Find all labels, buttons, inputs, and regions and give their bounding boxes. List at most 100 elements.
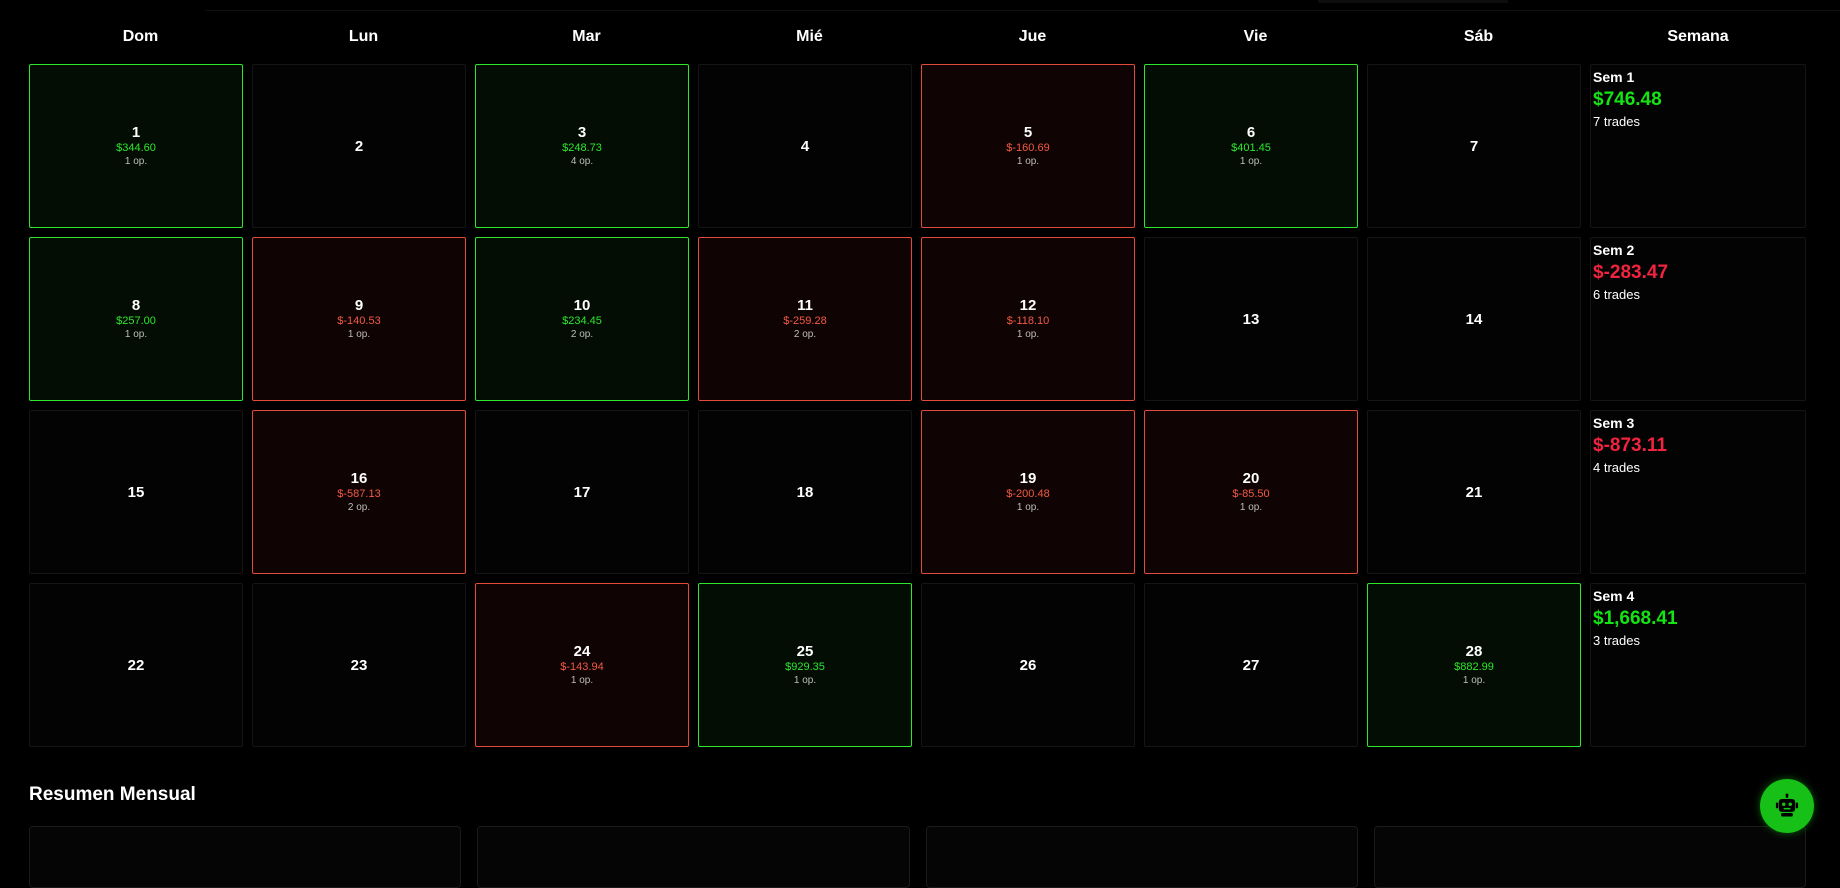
header-mie: Mié	[796, 28, 823, 45]
day-ops: 2 op.	[570, 329, 594, 340]
day-ops: 1 op.	[124, 156, 148, 167]
day-ops: 4 op.	[570, 156, 594, 167]
day-number: 17	[573, 483, 591, 501]
day-cell[interactable]: 26	[921, 583, 1135, 747]
day-pnl: $-140.53	[337, 315, 381, 327]
day-number: 11	[797, 297, 813, 314]
day-ops: 1 op.	[347, 329, 371, 340]
day-cell[interactable]: 10 $234.45 2 op.	[475, 237, 689, 401]
day-cell[interactable]: 24 $-143.94 1 op.	[475, 583, 689, 747]
day-cell[interactable]: 5 $-160.69 1 op.	[921, 64, 1135, 228]
calendar-header: Dom Lun Mar Mié Jue Vie Sáb Semana	[29, 20, 1806, 54]
day-pnl: $-259.28	[783, 315, 827, 327]
day-number: 6	[1246, 124, 1256, 141]
day-ops: 1 op.	[1016, 329, 1040, 340]
summary-card	[925, 826, 1358, 888]
day-cell[interactable]: 4	[698, 64, 912, 228]
day-cell[interactable]: 23	[252, 583, 466, 747]
day-number: 27	[1242, 656, 1260, 674]
week-total: $-873.11	[1593, 435, 1667, 456]
day-ops: 1 op.	[1462, 675, 1486, 686]
week-label: Sem 4	[1593, 588, 1635, 604]
day-cell[interactable]: 18	[698, 410, 912, 574]
day-ops: 1 op.	[1016, 502, 1040, 513]
week-total: $1,668.41	[1593, 608, 1678, 629]
day-pnl: $-85.50	[1232, 488, 1270, 500]
day-ops: 1 op.	[1239, 156, 1263, 167]
header-mar: Mar	[572, 28, 601, 45]
week-label: Sem 1	[1593, 69, 1635, 85]
day-number: 25	[796, 643, 814, 660]
day-cell[interactable]: 17	[475, 410, 689, 574]
day-ops: 2 op.	[793, 329, 817, 340]
day-cell[interactable]: 11 $-259.28 2 op.	[698, 237, 912, 401]
week-trades: 6 trades	[1593, 287, 1640, 302]
week-summary: Sem 1 $746.48 7 trades	[1590, 64, 1806, 228]
day-cell[interactable]: 2	[252, 64, 466, 228]
week-summary: Sem 3 $-873.11 4 trades	[1590, 410, 1806, 574]
day-number: 28	[1465, 643, 1483, 660]
day-number: 16	[350, 470, 368, 487]
day-cell[interactable]: 9 $-140.53 1 op.	[252, 237, 466, 401]
top-divider	[205, 10, 1840, 11]
day-pnl: $-200.48	[1006, 488, 1050, 500]
week-summary: Sem 4 $1,668.41 3 trades	[1590, 583, 1806, 747]
day-number: 12	[1019, 297, 1037, 314]
day-number: 8	[131, 297, 141, 314]
day-number: 26	[1019, 656, 1037, 674]
day-number: 15	[127, 483, 145, 501]
day-number: 3	[577, 124, 587, 141]
day-cell[interactable]: 6 $401.45 1 op.	[1144, 64, 1358, 228]
week-trades: 3 trades	[1593, 633, 1640, 648]
day-cell[interactable]: 16 $-587.13 2 op.	[252, 410, 466, 574]
summary-card	[1373, 826, 1806, 888]
day-number: 9	[354, 297, 364, 314]
day-cell[interactable]: 7	[1367, 64, 1581, 228]
day-cell[interactable]: 28 $882.99 1 op.	[1367, 583, 1581, 747]
day-cell[interactable]: 1 $344.60 1 op.	[29, 64, 243, 228]
day-cell[interactable]: 12 $-118.10 1 op.	[921, 237, 1135, 401]
day-number: 20	[1242, 470, 1260, 487]
week-trades: 7 trades	[1593, 114, 1640, 129]
day-cell[interactable]: 8 $257.00 1 op.	[29, 237, 243, 401]
day-pnl: $401.45	[1231, 142, 1271, 154]
day-pnl: $248.73	[562, 142, 602, 154]
day-number: 22	[127, 656, 145, 674]
day-number: 7	[1469, 137, 1479, 155]
header-lun: Lun	[348, 28, 379, 45]
day-cell[interactable]: 20 $-85.50 1 op.	[1144, 410, 1358, 574]
day-pnl: $234.45	[562, 315, 602, 327]
calendar-grid: 1 $344.60 1 op. 2 3 $248.73 4 op. 4 5 $-160.6…	[29, 64, 1806, 747]
day-number: 4	[800, 137, 810, 155]
day-pnl: $344.60	[116, 142, 156, 154]
day-ops: 1 op.	[1239, 502, 1263, 513]
day-number: 10	[573, 297, 591, 314]
day-pnl: $-160.69	[1006, 142, 1050, 154]
day-cell[interactable]: 27	[1144, 583, 1358, 747]
day-ops: 2 op.	[347, 502, 371, 513]
day-ops: 1 op.	[1016, 156, 1040, 167]
day-cell[interactable]: 14	[1367, 237, 1581, 401]
header-semana: Semana	[1667, 28, 1729, 45]
day-number: 24	[573, 643, 591, 660]
summary-card	[29, 826, 462, 888]
assistant-button[interactable]	[1760, 779, 1814, 833]
day-cell[interactable]: 21	[1367, 410, 1581, 574]
day-cell[interactable]: 3 $248.73 4 op.	[475, 64, 689, 228]
week-label: Sem 3	[1593, 415, 1635, 431]
week-label: Sem 2	[1593, 242, 1635, 258]
day-number: 21	[1465, 483, 1483, 501]
day-cell[interactable]: 25 $929.35 1 op.	[698, 583, 912, 747]
day-pnl: $929.35	[785, 661, 825, 673]
day-number: 18	[796, 483, 814, 501]
day-ops: 1 op.	[570, 675, 594, 686]
day-cell[interactable]: 22	[29, 583, 243, 747]
day-number: 23	[350, 656, 368, 674]
day-number: 1	[131, 124, 141, 141]
day-ops: 1 op.	[124, 329, 148, 340]
day-cell[interactable]: 15	[29, 410, 243, 574]
day-cell[interactable]: 13	[1144, 237, 1358, 401]
header-sab: Sáb	[1463, 28, 1494, 45]
day-cell[interactable]: 19 $-200.48 1 op.	[921, 410, 1135, 574]
day-pnl: $-118.10	[1006, 315, 1050, 327]
